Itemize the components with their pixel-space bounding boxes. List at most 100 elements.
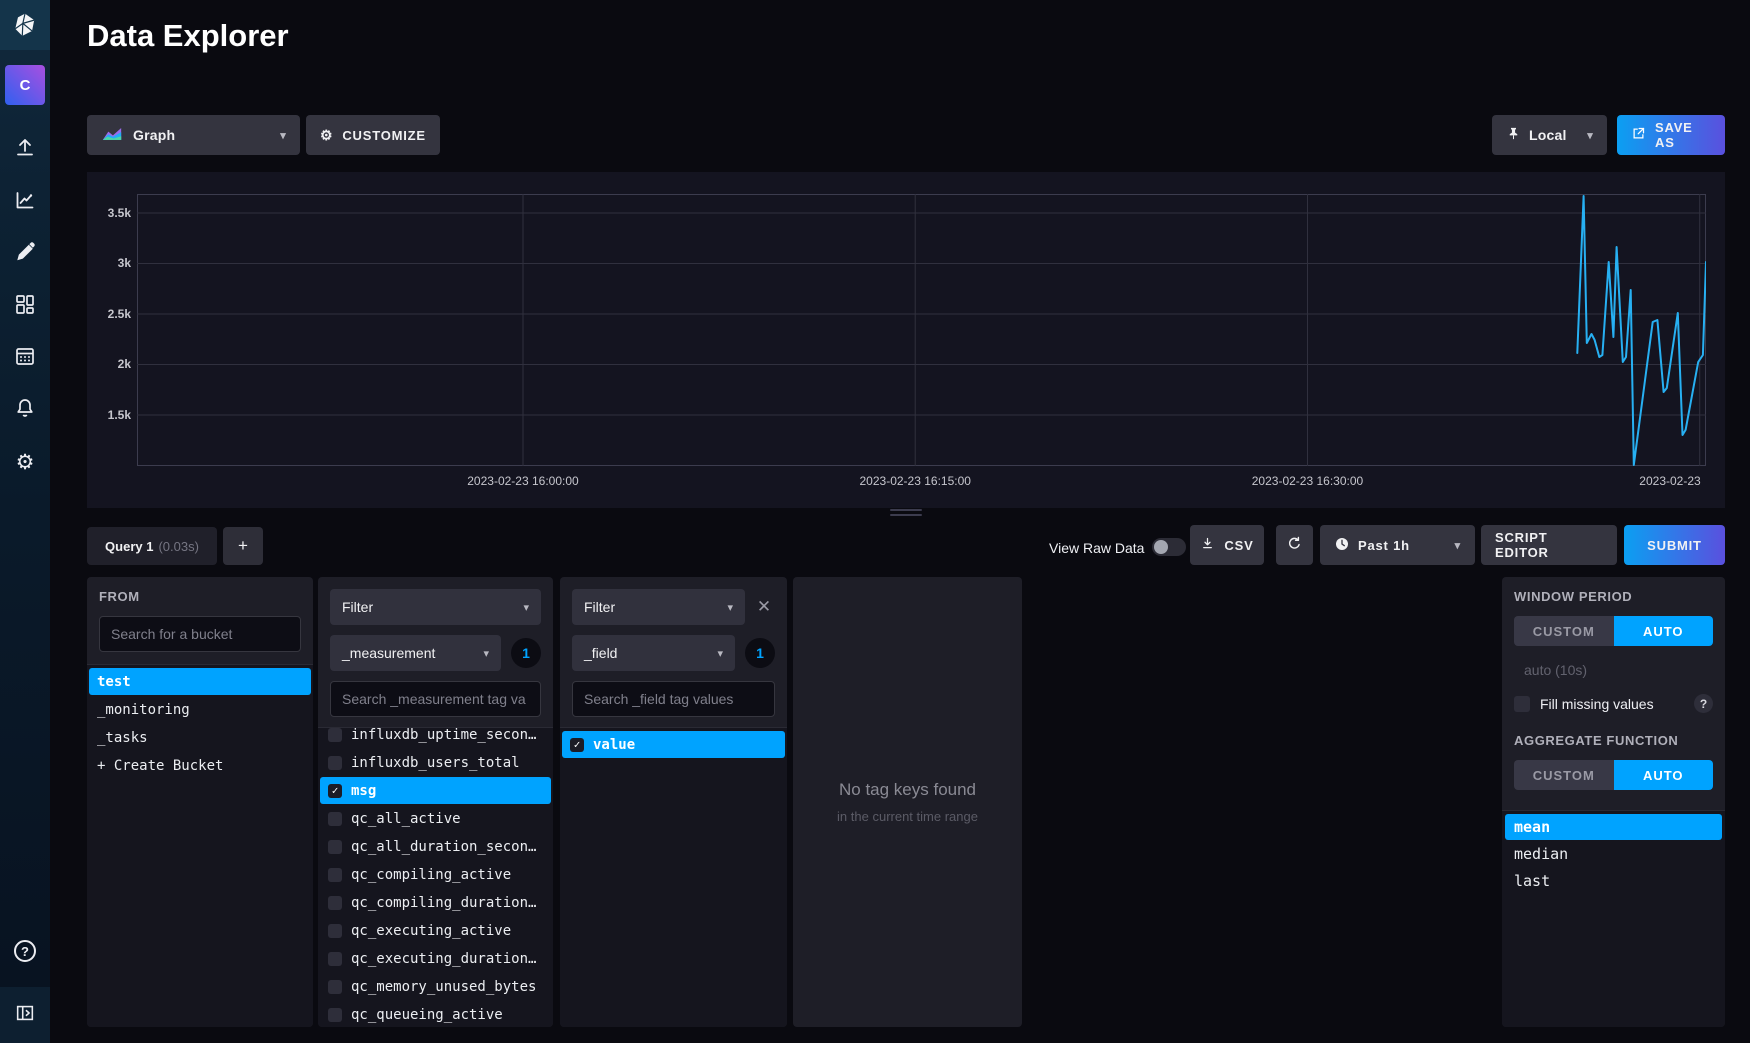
area-chart-icon (101, 125, 123, 145)
empty-state-title: No tag keys found (839, 780, 976, 800)
window-aggregate-panel: WINDOW PERIOD CUSTOM AUTO auto (10s) Fil… (1502, 577, 1725, 1027)
bucket-item[interactable]: + Create Bucket (89, 752, 311, 779)
close-icon[interactable]: ✕ (753, 597, 775, 617)
checkbox[interactable] (328, 980, 342, 994)
toggle-knob (1154, 540, 1168, 554)
help-tooltip-icon[interactable]: ? (1694, 694, 1713, 713)
field-search-input[interactable] (572, 681, 775, 717)
gear-icon: ⚙ (320, 128, 333, 142)
tag-keys-panel: No tag keys found in the current time ra… (793, 577, 1022, 1027)
tag-key-dropdown[interactable]: _field ▾ (572, 635, 735, 671)
expand-panel-icon (14, 1002, 36, 1029)
chevron-down-icon: ▾ (717, 647, 723, 660)
visualization-type-dropdown[interactable]: Graph ▾ (87, 115, 300, 155)
field-item[interactable]: ✓value (562, 731, 785, 758)
bucket-item-label: + Create Bucket (97, 758, 223, 774)
measurement-item[interactable]: qc_queueing_active (320, 1001, 551, 1027)
nav-notebooks[interactable] (0, 228, 50, 280)
page-title: Data Explorer (87, 18, 289, 54)
customize-label: CUSTOMIZE (342, 128, 426, 143)
measurement-item[interactable]: qc_all_duration_secon… (320, 833, 551, 860)
filter-type-label: Filter (584, 599, 615, 615)
customize-button[interactable]: ⚙ CUSTOMIZE (306, 115, 440, 155)
measurement-item[interactable]: qc_compiling_duration… (320, 889, 551, 916)
checkbox[interactable] (328, 728, 342, 742)
checkbox[interactable] (328, 924, 342, 938)
export-icon (1631, 126, 1646, 144)
nav-upload[interactable] (0, 124, 50, 176)
clock-icon (1334, 536, 1350, 555)
org-avatar[interactable]: C (5, 65, 45, 105)
nav-data-explorer[interactable] (0, 176, 50, 228)
sidebar: C (0, 0, 50, 1034)
nav-dashboards[interactable] (0, 280, 50, 332)
query-tab[interactable]: Query 1 (0.03s) (87, 527, 217, 565)
bucket-search-input[interactable] (99, 616, 301, 652)
measurement-item-label: msg (351, 783, 376, 799)
measurement-item[interactable]: qc_all_active (320, 805, 551, 832)
filter-type-dropdown[interactable]: Filter ▾ (572, 589, 745, 625)
time-range-dropdown[interactable]: Past 1h ▾ (1320, 525, 1475, 565)
upload-icon (13, 136, 37, 165)
tag-key-dropdown[interactable]: _measurement ▾ (330, 635, 501, 671)
line-chart[interactable] (137, 194, 1706, 466)
bucket-item-label: test (97, 674, 131, 690)
bucket-item[interactable]: _monitoring (89, 696, 311, 723)
aggregate-function-item[interactable]: mean (1505, 814, 1722, 840)
nav-settings[interactable]: ⚙ (0, 436, 50, 488)
help-icon: ? (14, 940, 36, 962)
window-custom-button[interactable]: CUSTOM (1514, 616, 1614, 646)
measurement-search-input[interactable] (330, 681, 541, 717)
nav-help[interactable]: ? (0, 925, 50, 977)
fill-missing-checkbox[interactable] (1514, 696, 1530, 712)
aggregate-function-item[interactable]: last (1505, 868, 1722, 894)
resize-drag-handle[interactable] (890, 509, 922, 519)
view-raw-data-toggle[interactable] (1152, 538, 1186, 556)
measurement-item[interactable]: qc_compiling_active (320, 861, 551, 888)
measurement-item-label: influxdb_users_total (351, 755, 520, 771)
add-query-button[interactable]: + (223, 527, 263, 565)
chevron-down-icon: ▾ (483, 647, 489, 660)
checkbox[interactable]: ✓ (328, 784, 342, 798)
nav-expand-sidebar[interactable] (0, 987, 50, 1043)
measurement-item[interactable]: influxdb_uptime_secon… (320, 727, 551, 748)
aggregate-auto-button[interactable]: AUTO (1614, 760, 1714, 790)
edit-pencil-icon (13, 240, 37, 269)
measurement-item[interactable]: qc_executing_active (320, 917, 551, 944)
local-dropdown[interactable]: Local ▾ (1492, 115, 1607, 155)
checkbox[interactable] (328, 952, 342, 966)
selected-count-badge: 1 (511, 638, 541, 668)
measurement-item[interactable]: influxdb_users_total (320, 749, 551, 776)
script-editor-button[interactable]: SCRIPT EDITOR (1481, 525, 1617, 565)
influxdb-logo-icon[interactable] (0, 0, 50, 50)
bucket-item[interactable]: _tasks (89, 724, 311, 751)
measurement-item[interactable]: qc_memory_unused_bytes (320, 973, 551, 1000)
aggregate-mode-toggle: CUSTOM AUTO (1514, 760, 1713, 790)
measurement-item[interactable]: qc_executing_duration… (320, 945, 551, 972)
checkbox[interactable] (328, 756, 342, 770)
checkbox[interactable] (328, 812, 342, 826)
window-auto-button[interactable]: AUTO (1614, 616, 1714, 646)
checkbox[interactable] (328, 868, 342, 882)
nav-tasks[interactable] (0, 332, 50, 384)
bucket-item[interactable]: test (89, 668, 311, 695)
measurement-item-label: qc_all_duration_secon… (351, 839, 536, 855)
measurement-item[interactable]: ✓ msg (320, 777, 551, 804)
refresh-button[interactable] (1276, 525, 1313, 565)
aggregate-custom-button[interactable]: CUSTOM (1514, 760, 1614, 790)
aggregate-function-item[interactable]: median (1505, 841, 1722, 867)
filter-type-dropdown[interactable]: Filter ▾ (330, 589, 541, 625)
nav-alerts[interactable] (0, 384, 50, 436)
csv-download-button[interactable]: CSV (1190, 525, 1264, 565)
checkbox[interactable] (328, 840, 342, 854)
checkbox[interactable]: ✓ (570, 738, 584, 752)
submit-button[interactable]: SUBMIT (1624, 525, 1725, 565)
checkbox[interactable] (328, 1008, 342, 1022)
save-as-button[interactable]: SAVE AS (1617, 115, 1725, 155)
measurement-item-label: qc_compiling_duration… (351, 895, 536, 911)
checkbox[interactable] (328, 896, 342, 910)
y-tick-label: 1.5k (87, 408, 131, 422)
filter-type-label: Filter (342, 599, 373, 615)
bucket-list: test _monitoring_tasks + Create Bucket (87, 664, 313, 1027)
query-tab-label: Query 1 (105, 539, 153, 554)
